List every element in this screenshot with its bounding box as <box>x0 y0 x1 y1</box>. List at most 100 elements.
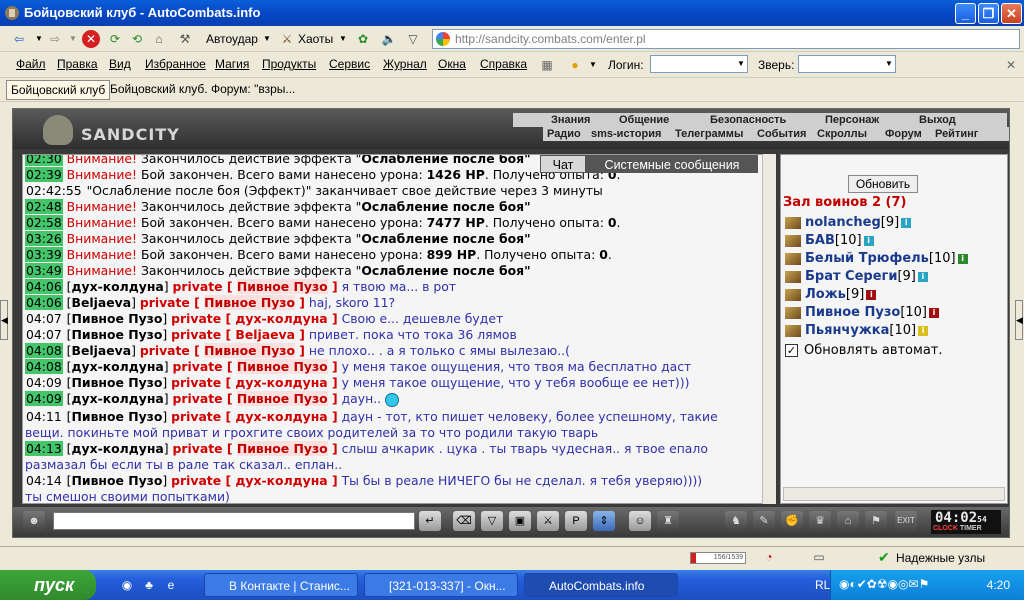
haoty-dropdown-icon[interactable]: ▼ <box>334 30 352 48</box>
user-name[interactable]: nolancheg <box>805 215 881 230</box>
nav-telegrams[interactable]: Телеграммы <box>675 127 743 141</box>
ie-icon[interactable]: e <box>162 576 180 594</box>
user-name[interactable]: Пивное Пузо <box>805 305 900 320</box>
user-row[interactable]: Пьянчужка[10] i <box>785 323 929 341</box>
private-chat-icon[interactable] <box>785 288 801 301</box>
chat-time[interactable]: 03:39 <box>25 247 63 262</box>
beast-select[interactable]: ▼ <box>798 55 896 73</box>
task-autocombats[interactable]: AutoCombats.info <box>524 573 678 597</box>
nav-character[interactable]: Персонаж <box>825 113 879 127</box>
private-chat-icon[interactable] <box>785 324 801 337</box>
task-vkontakte[interactable]: В Контакте | Станис... <box>204 573 358 597</box>
chat-time[interactable]: 04:08 <box>25 359 63 374</box>
menu-service[interactable]: Сервис <box>329 57 370 71</box>
font-size-icon[interactable]: ⇕ <box>593 511 615 531</box>
chrome-icon[interactable]: ◉ <box>118 576 136 594</box>
chat-time[interactable]: 04:06 <box>25 279 63 294</box>
forward-dropdown-icon[interactable]: ▼ <box>64 30 82 48</box>
nav-radio[interactable]: Радио <box>547 127 581 141</box>
nav-scrolls[interactable]: Скроллы <box>817 127 867 141</box>
chat-time[interactable]: 02:58 <box>25 215 63 230</box>
menu-file[interactable]: Файл <box>16 57 46 71</box>
autodar-dropdown-icon[interactable]: ▼ <box>258 30 276 48</box>
helmet-icon[interactable]: ♜ <box>657 511 679 531</box>
chat-time[interactable]: 03:26 <box>25 231 63 246</box>
chat-nick[interactable]: Beljaeva <box>72 295 132 310</box>
info-icon[interactable]: i <box>863 235 874 246</box>
chat-time[interactable]: 04:09 <box>25 375 63 390</box>
close-toolbar-icon[interactable]: ✕ <box>1002 56 1020 74</box>
private-chat-icon[interactable] <box>785 216 801 229</box>
menu-magic[interactable]: Магия <box>215 57 249 71</box>
left-panel-handle[interactable]: ◀ <box>0 300 8 340</box>
chat-nick[interactable]: дух-колдуна <box>72 391 164 406</box>
refresh-button[interactable]: Обновить <box>848 175 918 193</box>
autodar-button[interactable]: Автоудар <box>206 30 258 48</box>
private-chat-icon[interactable] <box>785 306 801 319</box>
nav-sms[interactable]: sms-история <box>591 127 661 141</box>
chat-input[interactable] <box>53 512 415 530</box>
chat-time[interactable]: 04:14 <box>25 473 63 488</box>
map-icon[interactable]: ✎ <box>753 511 775 531</box>
tray-icons[interactable]: ◉◐✔✿☢◉◎✉⚑ <box>839 577 929 591</box>
user-name[interactable]: Ложь <box>805 287 846 302</box>
nav-forum[interactable]: Форум <box>885 127 922 141</box>
private-target[interactable]: Пивное Пузо <box>204 295 295 310</box>
chat-nick[interactable]: дух-колдуна <box>72 359 164 374</box>
user-row[interactable]: БАВ[10] i <box>785 233 874 251</box>
chat-time[interactable]: 02:42:55 <box>25 183 83 198</box>
auto-refresh-checkbox[interactable]: ✓ Обновлять автомат. <box>785 343 943 358</box>
clan-icon[interactable]: ♛ <box>809 511 831 531</box>
info-icon[interactable]: i <box>957 253 968 264</box>
close-button[interactable]: ✕ <box>1001 3 1022 24</box>
stop-icon[interactable]: ✕ <box>82 30 100 48</box>
save-icon[interactable]: ▣ <box>509 511 531 531</box>
nav-events[interactable]: События <box>757 127 806 141</box>
user-row[interactable]: Пивное Пузо[10] i <box>785 305 939 323</box>
info-icon[interactable]: i <box>866 289 877 300</box>
menu-products[interactable]: Продукты <box>262 57 316 71</box>
exit-icon[interactable]: EXIT <box>895 511 917 531</box>
user-name[interactable]: Брат Сереги <box>805 269 897 284</box>
chat-time[interactable]: 04:07 <box>25 311 63 326</box>
tab-forum[interactable]: Бойцовский клуб. Форум: "взры... <box>106 80 299 100</box>
maximize-button[interactable]: ❐ <box>978 3 999 24</box>
private-target[interactable]: Пивное Пузо <box>236 279 328 294</box>
tools-icon[interactable]: ⚒ <box>176 30 194 48</box>
private-chat-icon[interactable] <box>785 252 801 265</box>
info-icon[interactable]: i <box>929 307 939 318</box>
start-button[interactable]: пуск <box>0 570 96 600</box>
forward-icon[interactable]: ⇨ <box>46 30 64 48</box>
menu-windows[interactable]: Окна <box>438 57 466 71</box>
fighter-icon[interactable]: ⚔ <box>537 511 559 531</box>
chat-time[interactable]: 04:07 <box>25 327 63 342</box>
menu-journal[interactable]: Журнал <box>383 57 427 71</box>
info-icon[interactable]: i <box>918 325 929 336</box>
chat-nick[interactable]: дух-колдуна <box>72 279 164 294</box>
clear-icon[interactable]: ⌫ <box>453 511 475 531</box>
menu-favorites[interactable]: Избранное <box>145 57 206 71</box>
chat-nick[interactable]: Beljaeva <box>72 343 132 358</box>
menu-edit[interactable]: Правка <box>57 57 98 71</box>
send-icon[interactable]: ↵ <box>419 511 441 531</box>
user-row[interactable]: Ложь[9] i <box>785 287 877 305</box>
tab-fight-club[interactable]: Бойцовский клуб <box>6 80 111 100</box>
refresh-all-icon[interactable]: ⟲ <box>128 30 146 48</box>
info-icon[interactable]: i <box>901 217 912 228</box>
chat-time[interactable]: 03:49 <box>25 263 63 278</box>
private-target[interactable]: Пивное Пузо <box>236 391 328 406</box>
chat-nick[interactable]: дух-колдуна <box>72 441 164 456</box>
login-select[interactable]: ▼ <box>650 55 748 73</box>
nav-knowledge[interactable]: Знания <box>551 113 590 127</box>
smiles-icon[interactable]: ☻ <box>23 511 45 531</box>
private-chat-icon[interactable] <box>785 234 801 247</box>
fight-icon[interactable]: ✊ <box>781 511 803 531</box>
user-list-scrollbar[interactable] <box>783 487 1005 501</box>
user-row[interactable]: Брат Сереги[9] i <box>785 269 928 287</box>
filter-icon[interactable]: ▽ <box>404 30 422 48</box>
chat-time[interactable]: 02:30 <box>25 155 63 166</box>
chat-nick[interactable]: Пивное Пузо <box>72 311 163 326</box>
lock-icon[interactable]: ▦ <box>538 56 556 74</box>
translit-icon[interactable]: P <box>565 511 587 531</box>
haoty-button[interactable]: Хаоты <box>298 30 333 48</box>
